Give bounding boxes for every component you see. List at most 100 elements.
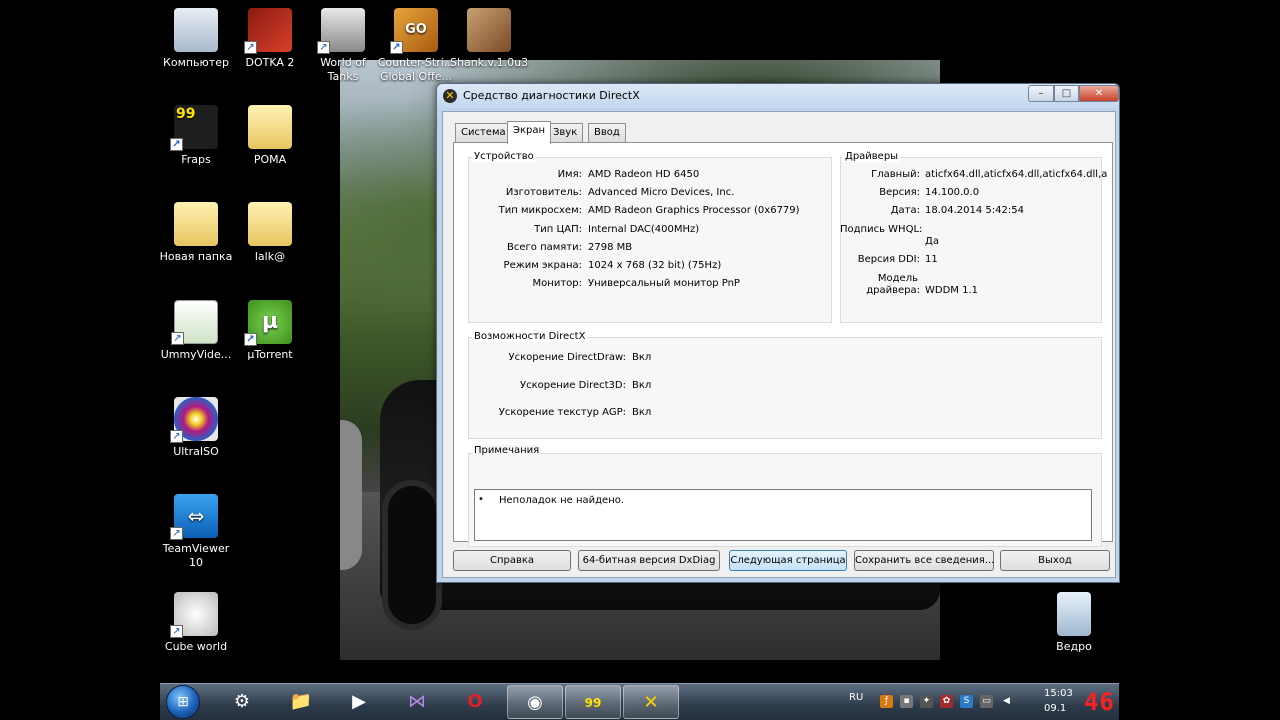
driver-main-label: Главный: (871, 169, 920, 180)
desktop-icon-label: Counter-Stri... Global Offe... (377, 56, 455, 83)
desktop-icon-ultraiso[interactable]: ↗ UltraISO (157, 397, 235, 459)
steam-icon[interactable]: ⚙ (214, 685, 270, 719)
windows-start-orb-icon[interactable]: ⊞ (166, 685, 200, 719)
desktop-icon-label: DOTKA 2 (245, 56, 295, 69)
csgo-badge: GO (405, 22, 427, 37)
save-all-info-button[interactable]: Сохранить все сведения... (854, 550, 994, 571)
maximize-button[interactable]: □ (1054, 85, 1079, 102)
dota2-icon: ↗ (244, 8, 292, 54)
language-indicator[interactable]: RU (849, 692, 863, 703)
display-mode-label: Режим экрана: (503, 260, 582, 271)
device-group-title: Устройство (472, 151, 536, 162)
volume-icon[interactable]: ◀ (1000, 695, 1013, 708)
directdraw-acceleration-label: Ускорение DirectDraw: (508, 352, 627, 363)
visual-studio-icon[interactable]: ⋈ (389, 685, 445, 719)
driver-date-value: 18.04.2014 5:42:54 (925, 205, 1024, 216)
agp-texture-acceleration-value: Вкл (632, 407, 652, 418)
desktop-icon-teamviewer[interactable]: ⇔ ↗ TeamViewer 10 (157, 494, 235, 570)
driver-model-label-line2: драйвера: (866, 285, 920, 296)
device-group (468, 157, 832, 323)
shortcut-arrow-icon: ↗ (170, 527, 183, 540)
directx-taskbar-icon[interactable]: ✕ (623, 685, 679, 719)
desktop-icon-label: UmmyVide... (160, 348, 232, 361)
tray-skype-icon[interactable]: S (960, 695, 973, 708)
chip-type-label: Тип микросхем: (498, 205, 582, 216)
tray-shield-icon[interactable]: ✦ (920, 695, 933, 708)
dxdiag-64bit-button[interactable]: 64-битная версия DxDiag (578, 550, 720, 571)
desktop-icon-world-of-tanks[interactable]: ↗ World of Tanks (304, 8, 382, 84)
window-client-area: Система Экран Звук Ввод Устройство Имя: … (442, 111, 1116, 578)
desktop-icon-label: UltraISO (173, 445, 219, 458)
desktop-icon-label: Shank.v.1.0u3 (450, 56, 529, 69)
desktop-icon-shank[interactable]: Shank.v.1.0u3 (450, 8, 528, 70)
next-page-button[interactable]: Следующая страница (729, 550, 847, 571)
recycle-bin-icon (1057, 592, 1091, 636)
desktop-icon-label: Новая папка (159, 250, 233, 263)
desktop-icon-fraps[interactable]: 99 ↗ Fraps (157, 105, 235, 167)
tab-sound[interactable]: Звук (547, 123, 584, 142)
driver-model-label: Модель (877, 273, 918, 284)
notes-textbox[interactable]: • Неполадок не найдено. (474, 489, 1092, 541)
desktop-icon-recycle-bin[interactable]: Ведро (1035, 592, 1113, 654)
display-tab-panel: Устройство Имя: AMD Radeon HD 6450 Изгот… (453, 142, 1113, 547)
ddi-version-label: Версия DDI: (857, 254, 920, 265)
desktop-icon-cube-world[interactable]: ↗ Cube world (157, 592, 235, 654)
fraps-fps-counter: 46 (1084, 688, 1115, 716)
desktop-icon-csgo[interactable]: GO ↗ Counter-Stri... Global Offe... (377, 8, 455, 84)
directx-features-title: Возможности DirectX (472, 331, 588, 342)
shank-icon (467, 8, 511, 52)
desktop-icon-label: Ведро (1056, 640, 1092, 653)
media-player-icon[interactable]: ▶ (331, 685, 387, 719)
opera-icon[interactable]: O (447, 685, 503, 719)
desktop-icon-ummy-video[interactable]: ↗ UmmyVide... (157, 300, 235, 362)
ddi-version-value: 11 (925, 254, 938, 265)
chrome-icon[interactable]: ◉ (507, 685, 563, 719)
desktop-icon-folder-lalk[interactable]: lalk@ (231, 202, 309, 264)
clock-date: 09.1 (1044, 703, 1067, 714)
window-titlebar[interactable]: ✕ Средство диагностики DirectX – □ ✕ (437, 84, 1119, 108)
tab-display[interactable]: Экран (507, 121, 552, 144)
csgo-icon: GO ↗ (390, 8, 438, 54)
total-memory-label: Всего памяти: (507, 242, 582, 253)
tab-system[interactable]: Система (455, 123, 512, 142)
device-name-value: AMD Radeon HD 6450 (588, 169, 700, 180)
tray-display-icon[interactable]: ▭ (980, 695, 993, 708)
fraps-taskbar-icon[interactable]: 99 (565, 685, 621, 719)
teamviewer-icon: ⇔ ↗ (170, 494, 218, 540)
dac-type-value: Internal DAC(400MHz) (588, 224, 700, 235)
desktop-icon-new-folder[interactable]: Новая папка (157, 202, 235, 264)
world-of-tanks-icon: ↗ (317, 8, 365, 54)
tray-network-icon[interactable]: ▪ (900, 695, 913, 708)
desktop-icon-label: lalk@ (254, 250, 286, 263)
desktop-icon-dota2[interactable]: ↗ DOTKA 2 (231, 8, 309, 70)
directx-icon: ✕ (443, 89, 457, 103)
direct3d-acceleration-label: Ускорение Direct3D: (520, 380, 626, 391)
whql-signature-value: Да (925, 236, 939, 247)
desktop-icon-label: World of Tanks (320, 56, 366, 83)
drivers-group (840, 157, 1102, 323)
shortcut-arrow-icon: ↗ (171, 332, 184, 345)
minimize-button[interactable]: – (1028, 85, 1054, 102)
desktop-icon-computer[interactable]: Компьютер (157, 8, 235, 70)
dac-type-label: Тип ЦАП: (534, 224, 582, 235)
help-button[interactable]: Справка (453, 550, 571, 571)
file-explorer-icon[interactable]: 📁 (273, 685, 329, 719)
notes-text: Неполадок не найдено. (499, 495, 625, 506)
close-button[interactable]: ✕ (1079, 85, 1119, 102)
utorrent-icon: µ ↗ (244, 300, 292, 346)
notes-title: Примечания (472, 445, 542, 456)
tray-app-icon[interactable]: ƒ (880, 695, 893, 708)
desktop-icon-utorrent[interactable]: µ ↗ µTorrent (231, 300, 309, 362)
driver-model-value: WDDM 1.1 (925, 285, 978, 296)
shortcut-arrow-icon: ↗ (317, 41, 330, 54)
shortcut-arrow-icon: ↗ (170, 430, 183, 443)
desktop-icon-label: µTorrent (247, 348, 293, 361)
wallpaper-rim (340, 420, 362, 570)
desktop-icon-label: Cube world (164, 640, 228, 653)
taskbar-clock[interactable]: 15:03 09.1 (1044, 686, 1073, 716)
desktop-icon-label: Компьютер (163, 56, 229, 69)
exit-button[interactable]: Выход (1000, 550, 1110, 571)
desktop-icon-folder-poma[interactable]: POMA (231, 105, 309, 167)
tab-input[interactable]: Ввод (588, 123, 626, 142)
tray-process-icon[interactable]: ✿ (940, 695, 953, 708)
